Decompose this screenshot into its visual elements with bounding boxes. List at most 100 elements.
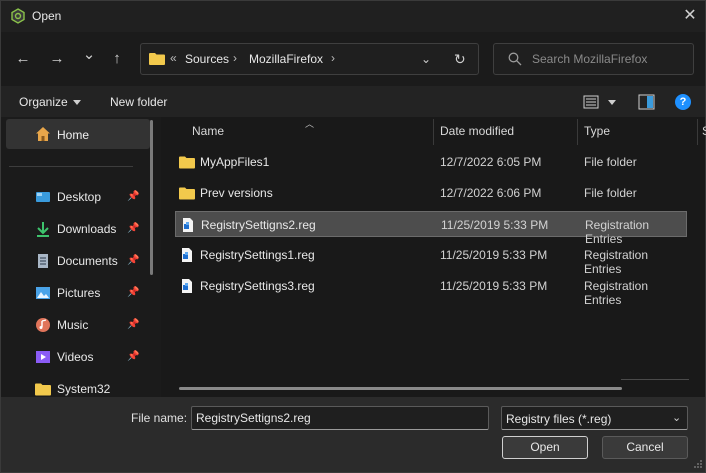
- videos-icon: [36, 351, 50, 363]
- sidebar-item-documents[interactable]: Documents 📌: [35, 251, 145, 271]
- file-name: RegistrySettings3.reg: [200, 279, 315, 293]
- new-folder-button[interactable]: New folder: [110, 95, 167, 109]
- scroll-track-end: [621, 379, 689, 380]
- resize-grip-icon[interactable]: [693, 459, 703, 469]
- breadcrumb-sources[interactable]: Sources: [185, 52, 229, 66]
- folder-icon: [149, 53, 165, 65]
- file-name: RegistrySettigns2.reg: [201, 218, 316, 232]
- sidebar-item-label: Music: [57, 318, 89, 332]
- file-name-label: File name:: [131, 411, 188, 425]
- pin-icon[interactable]: 📌: [127, 287, 139, 299]
- sort-ascending-icon: ︿: [305, 119, 315, 129]
- file-name: MyAppFiles1: [200, 155, 270, 169]
- folder-icon: [35, 383, 51, 396]
- download-icon: [37, 222, 49, 237]
- file-type: File folder: [584, 155, 637, 169]
- view-list-icon[interactable]: [583, 94, 601, 110]
- column-header-type[interactable]: Type: [584, 124, 610, 138]
- preview-pane-icon[interactable]: [638, 94, 656, 110]
- up-arrow-icon[interactable]: ↑: [108, 50, 126, 68]
- file-row[interactable]: RegistrySettings3.reg 11/25/2019 5:33 PM…: [175, 273, 687, 307]
- breadcrumb-separator[interactable]: ›: [331, 51, 335, 65]
- sidebar-item-label: System32: [57, 382, 111, 396]
- documents-icon: [38, 254, 48, 268]
- close-icon[interactable]: ✕: [681, 7, 699, 25]
- file-type: File folder: [584, 186, 637, 200]
- sidebar-item-label: Videos: [57, 350, 94, 364]
- file-type-select[interactable]: Registry files (*.reg) ⌄: [501, 406, 688, 430]
- file-date: 11/25/2019 5:33 PM: [440, 279, 548, 293]
- music-icon: [36, 318, 50, 332]
- column-divider[interactable]: [577, 119, 578, 145]
- breadcrumb-separator[interactable]: ›: [233, 51, 237, 65]
- sidebar-item-pictures[interactable]: Pictures 📌: [35, 283, 145, 303]
- pin-icon[interactable]: 📌: [127, 351, 139, 363]
- recent-locations-chevron-down-icon[interactable]: ⌄: [80, 46, 98, 64]
- sidebar-item-videos[interactable]: Videos 📌: [35, 347, 145, 367]
- pin-icon[interactable]: 📌: [127, 223, 139, 235]
- address-bar[interactable]: « Sources › MozillaFirefox › ⌄ ↻: [140, 43, 479, 75]
- sidebar-item-downloads[interactable]: Downloads 📌: [35, 219, 145, 239]
- organize-label: Organize: [19, 95, 68, 109]
- sidebar-item-music[interactable]: Music 📌: [35, 315, 145, 335]
- file-name: RegistrySettings1.reg: [200, 248, 315, 262]
- column-header-name[interactable]: Name: [192, 124, 224, 138]
- sidebar-item-label: Documents: [57, 254, 118, 268]
- sidebar-item-home[interactable]: Home: [6, 119, 150, 149]
- sidebar-item-desktop[interactable]: Desktop 📌: [35, 187, 145, 207]
- file-date: 12/7/2022 6:06 PM: [440, 186, 542, 200]
- file-date: 11/25/2019 5:33 PM: [441, 218, 549, 232]
- sidebar-item-label: Downloads: [57, 222, 117, 236]
- forward-arrow-icon[interactable]: →: [48, 50, 66, 68]
- open-button[interactable]: Open: [502, 436, 588, 459]
- column-header-date-modified[interactable]: Date modified: [440, 124, 514, 138]
- registry-file-icon: [182, 248, 192, 262]
- desktop-icon: [36, 192, 50, 202]
- search-icon: [508, 52, 522, 66]
- help-icon[interactable]: ?: [675, 94, 691, 110]
- pin-icon[interactable]: 📌: [127, 191, 139, 203]
- refresh-icon[interactable]: ↻: [454, 51, 466, 68]
- window-title: Open: [32, 9, 62, 23]
- file-row[interactable]: Prev versions 12/7/2022 6:06 PM File fol…: [175, 180, 687, 206]
- search-input[interactable]: [532, 51, 687, 67]
- file-row[interactable]: RegistrySettings1.reg 11/25/2019 5:33 PM…: [175, 242, 687, 276]
- command-bar: Organize New folder ?: [1, 86, 705, 117]
- file-row-selected[interactable]: RegistrySettigns2.reg 11/25/2019 5:33 PM…: [175, 211, 687, 246]
- app-logo-icon: [11, 8, 25, 24]
- view-options-chevron-icon[interactable]: [608, 100, 616, 105]
- navigation-pane: Home Desktop 📌 Downloads 📌 Documents 📌 P…: [1, 117, 161, 397]
- back-arrow-icon[interactable]: ←: [14, 50, 32, 68]
- sidebar-item-label: Desktop: [57, 190, 102, 204]
- registry-file-icon: [183, 218, 193, 232]
- cancel-button[interactable]: Cancel: [602, 436, 688, 459]
- column-header-size[interactable]: S: [702, 124, 706, 138]
- breadcrumb-prefix[interactable]: «: [170, 51, 177, 65]
- pin-icon[interactable]: 📌: [127, 255, 139, 267]
- dialog-footer: File name: Registry files (*.reg) ⌄ Open…: [1, 397, 705, 472]
- horizontal-scrollbar[interactable]: [179, 387, 622, 390]
- sidebar-scrollbar[interactable]: [150, 120, 153, 275]
- organize-menu[interactable]: Organize: [19, 95, 81, 109]
- address-dropdown-icon[interactable]: ⌄: [421, 52, 431, 66]
- pin-icon[interactable]: 📌: [127, 319, 139, 331]
- file-type: Registration Entries: [584, 279, 649, 307]
- chevron-down-icon: [72, 100, 81, 106]
- file-name: Prev versions: [200, 186, 273, 200]
- file-type: Registration Entries: [584, 248, 649, 276]
- sidebar-item-system32[interactable]: System32: [35, 379, 145, 399]
- registry-file-icon: [182, 279, 192, 293]
- column-divider[interactable]: [433, 119, 434, 145]
- file-type-selected: Registry files (*.reg): [506, 412, 612, 426]
- column-divider[interactable]: [697, 119, 698, 145]
- sidebar-item-label: Pictures: [57, 286, 101, 300]
- search-box[interactable]: [493, 43, 694, 75]
- folder-icon: [179, 156, 195, 169]
- file-date: 12/7/2022 6:05 PM: [440, 155, 542, 169]
- chevron-down-icon: ⌄: [672, 412, 682, 424]
- breadcrumb-mozillafirefox[interactable]: MozillaFirefox: [249, 52, 323, 66]
- file-date: 11/25/2019 5:33 PM: [440, 248, 548, 262]
- file-row[interactable]: MyAppFiles1 12/7/2022 6:05 PM File folde…: [175, 149, 687, 175]
- file-name-input[interactable]: [191, 406, 489, 430]
- home-icon: [36, 127, 50, 141]
